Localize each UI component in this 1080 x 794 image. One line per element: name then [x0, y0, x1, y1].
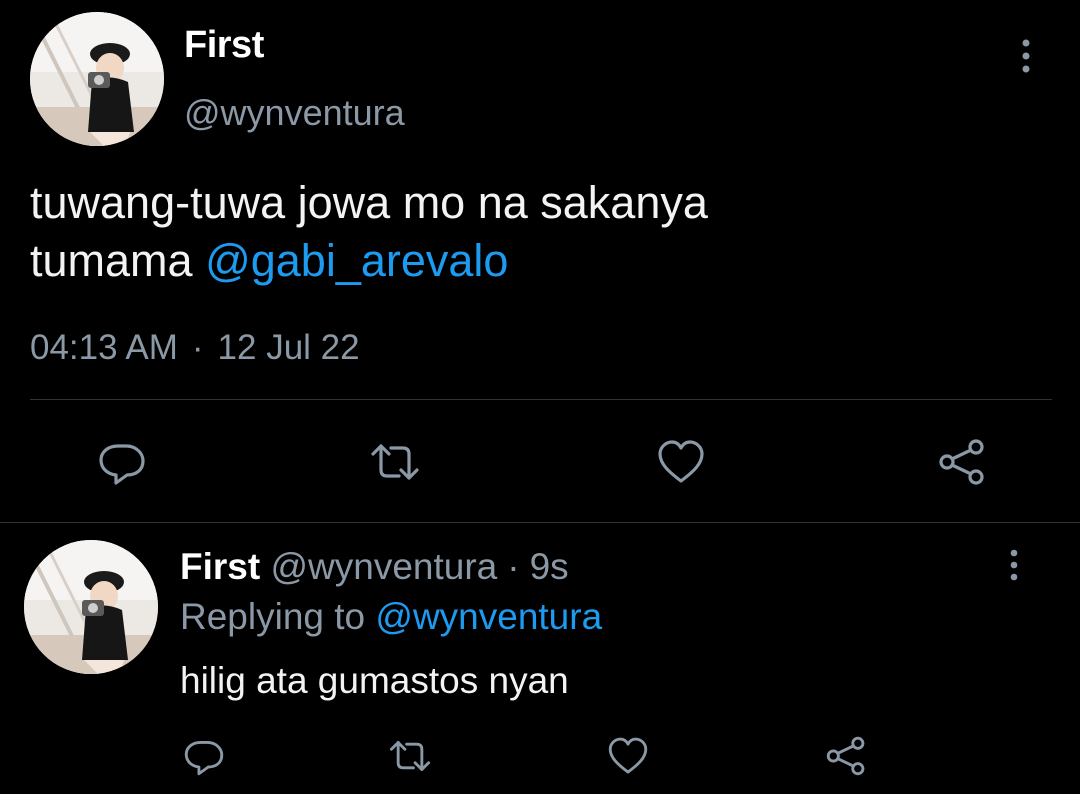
main-tweet-text-line1: tuwang-tuwa jowa mo na sakanya	[30, 177, 708, 228]
vertical-ellipsis-icon[interactable]	[1004, 548, 1024, 582]
reply-tweet-handle[interactable]: @wynventura	[270, 546, 497, 587]
like-heart-icon[interactable]	[655, 436, 707, 488]
reply-tweet-text: hilig ata gumastos nyan	[180, 660, 569, 701]
profile-photo	[24, 540, 158, 674]
reply-tweet-header: First @wynventura · 9s	[180, 546, 569, 588]
reply-tweet-display-name[interactable]: First	[180, 546, 260, 587]
reply-icon[interactable]	[182, 734, 226, 778]
main-tweet-handle[interactable]: @wynventura	[184, 92, 405, 134]
reply-tweet-avatar[interactable]	[24, 540, 158, 674]
retweet-icon[interactable]	[388, 734, 432, 778]
reply-tweet-time[interactable]: 9s	[530, 546, 569, 587]
meta-separator: ·	[507, 546, 520, 587]
main-tweet-text-line2: tumama @gabi_arevalo	[30, 232, 1040, 290]
replying-to-context: Replying to @wynventura	[180, 596, 602, 638]
main-tweet-text: tuwang-tuwa jowa mo na sakanya tumama @g…	[30, 174, 1040, 290]
main-tweet-display-name[interactable]: First	[184, 24, 264, 67]
divider	[30, 399, 1052, 400]
main-tweet-timestamp[interactable]: 04:13 AM · 12 Jul 22	[30, 328, 360, 368]
like-heart-icon[interactable]	[606, 734, 650, 778]
retweet-icon[interactable]	[369, 436, 421, 488]
share-icon[interactable]	[824, 734, 868, 778]
replying-to-prefix: Replying to	[180, 596, 376, 637]
main-tweet-avatar[interactable]	[30, 12, 164, 146]
vertical-ellipsis-icon[interactable]	[1016, 38, 1036, 74]
profile-photo	[30, 12, 164, 146]
mention-link[interactable]: @gabi_arevalo	[205, 235, 508, 286]
meta-separator: ·	[191, 328, 204, 367]
main-tweet-text-prefix: tumama	[30, 235, 206, 286]
tweet-date: 12 Jul 22	[217, 328, 360, 367]
tweet-time: 04:13 AM	[30, 328, 178, 367]
divider	[0, 522, 1080, 523]
reply-icon[interactable]	[96, 436, 148, 488]
share-icon[interactable]	[936, 436, 988, 488]
replying-to-mention[interactable]: @wynventura	[375, 596, 602, 637]
